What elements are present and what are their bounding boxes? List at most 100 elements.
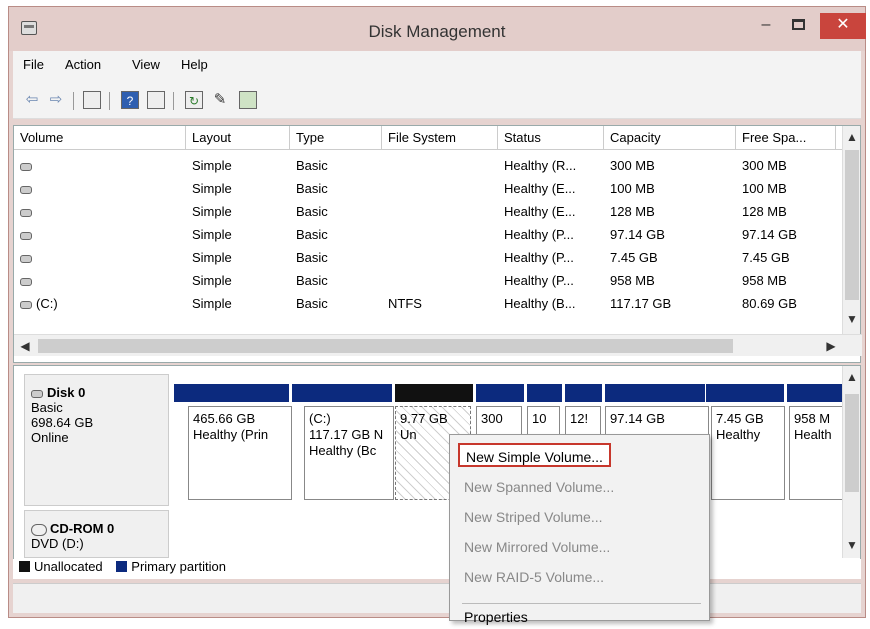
cell-file-system: NTFS (388, 296, 422, 311)
refresh-icon[interactable]: ↻ (185, 91, 203, 109)
menu-new-spanned-volume[interactable]: New Spanned Volume... (464, 475, 614, 499)
disk-graphical-view: Disk 0 Basic 698.64 GB Online 465.66 GB H… (13, 365, 861, 577)
close-button[interactable]: ✕ (820, 13, 866, 39)
column-file-system[interactable]: File System (382, 126, 498, 150)
cell-layout: Simple (192, 181, 232, 196)
partition[interactable]: 465.66 GB Healthy (Prin (188, 406, 292, 500)
cell-layout: Simple (192, 250, 232, 265)
cell-type: Basic (296, 273, 328, 288)
properties-icon[interactable]: ✎ (211, 91, 229, 109)
menu-properties[interactable]: Properties (464, 605, 528, 629)
volume-drive-icon (20, 277, 32, 286)
primary-partition-bar (527, 384, 562, 402)
scroll-right-icon[interactable]: ▶ (822, 339, 840, 353)
scroll-down-icon[interactable]: ▼ (843, 312, 861, 326)
scroll-left-icon[interactable]: ◀ (16, 339, 34, 353)
back-icon[interactable]: ⇦ (23, 91, 41, 109)
menu-action[interactable]: Action (65, 57, 101, 72)
cell-capacity: 97.14 GB (610, 227, 665, 242)
partition-status: Healthy (716, 427, 761, 442)
minimize-button[interactable]: – (754, 13, 778, 39)
partition-status: Healthy (Prin (193, 427, 269, 442)
disk-0-state: Online (31, 430, 69, 445)
cell-status: Healthy (E... (504, 181, 576, 196)
cell-type: Basic (296, 158, 328, 173)
cdrom-0-label[interactable]: CD-ROM 0 DVD (D:) (24, 510, 169, 558)
cd-rom-icon (31, 523, 47, 536)
cell-free-space: 97.14 GB (742, 227, 797, 242)
menu-file[interactable]: File (23, 57, 44, 72)
scroll-down-icon[interactable]: ▼ (843, 538, 861, 552)
console-tree-icon[interactable] (83, 91, 101, 109)
cell-volume (14, 177, 186, 200)
primary-partition-bar (476, 384, 524, 402)
disk-0-name: Disk 0 (47, 385, 86, 400)
volume-row[interactable]: Simple Basic Healthy (R... 300 MB 300 MB (14, 154, 844, 177)
toolbar: ⇦ ⇨ ? ↻ ✎ (13, 77, 861, 119)
menu-new-simple-volume[interactable]: New Simple Volume... (458, 443, 611, 467)
column-type[interactable]: Type (290, 126, 382, 150)
cell-free-space: 80.69 GB (742, 296, 797, 311)
cell-status: Healthy (R... (504, 158, 577, 173)
column-layout[interactable]: Layout (186, 126, 290, 150)
menu-new-mirrored-volume[interactable]: New Mirrored Volume... (464, 535, 610, 559)
volume-row[interactable]: Simple Basic Healthy (E... 100 MB 100 MB (14, 177, 844, 200)
vertical-scroll-thumb[interactable] (845, 394, 859, 492)
partition-size: 958 M (794, 411, 831, 426)
disk-settings-icon[interactable] (239, 91, 257, 109)
cdrom-0-name: CD-ROM 0 (50, 521, 115, 536)
volume-row[interactable]: Simple Basic Healthy (E... 128 MB 128 MB (14, 200, 844, 223)
cell-status: Healthy (E... (504, 204, 576, 219)
menu-view[interactable]: View (132, 57, 160, 72)
cell-capacity: 128 MB (610, 204, 655, 219)
maximize-button[interactable] (784, 13, 812, 39)
toolbar-separator (109, 92, 110, 110)
partition[interactable]: 7.45 GB Healthy (711, 406, 785, 500)
primary-partition-bar (706, 384, 784, 402)
volume-row[interactable]: Simple Basic Healthy (P... 97.14 GB 97.14 GB (14, 223, 844, 246)
forward-icon[interactable]: ⇨ (47, 91, 65, 109)
disk-0-label[interactable]: Disk 0 Basic 698.64 GB Online (24, 374, 169, 506)
disk-view-vertical-scrollbar[interactable]: ▲ ▼ (842, 366, 860, 558)
legend-unallocated: Unallocated (34, 559, 103, 574)
menu-new-striped-volume[interactable]: New Striped Volume... (464, 505, 603, 529)
properties-list-icon[interactable] (147, 91, 165, 109)
partition-title: (C:) (309, 411, 331, 426)
help-icon[interactable]: ? (121, 91, 139, 109)
cell-free-space: 128 MB (742, 204, 787, 219)
volume-row[interactable]: (C:) Simple Basic NTFS Healthy (B... 117.17 G… (14, 292, 844, 315)
menu-help[interactable]: Help (181, 57, 208, 72)
menu-bar: File Action View Help (13, 51, 861, 77)
volume-row[interactable]: Simple Basic Healthy (P... 958 MB 958 MB (14, 269, 844, 292)
volume-list-horizontal-scrollbar[interactable]: ◀ ▶ (14, 334, 862, 356)
column-free-space[interactable]: Free Spa... (736, 126, 836, 150)
scroll-up-icon[interactable]: ▲ (843, 130, 861, 144)
volume-row[interactable]: Simple Basic Healthy (P... 7.45 GB 7.45 GB (14, 246, 844, 269)
scroll-up-icon[interactable]: ▲ (843, 370, 861, 384)
cell-type: Basic (296, 227, 328, 242)
partition[interactable]: (C:) 117.17 GB N Healthy (Bc (304, 406, 394, 500)
window-title: Disk Management (368, 22, 506, 41)
menu-new-raid5-volume[interactable]: New RAID-5 Volume... (464, 565, 604, 589)
cell-free-space: 958 MB (742, 273, 787, 288)
horizontal-scroll-thumb[interactable] (38, 339, 733, 353)
volume-drive-icon (20, 231, 32, 240)
cell-status: Healthy (P... (504, 273, 574, 288)
vertical-scroll-thumb[interactable] (845, 150, 859, 300)
cell-volume (14, 269, 186, 292)
primary-partition-swatch (116, 561, 128, 572)
status-bar (13, 583, 861, 613)
column-volume[interactable]: Volume (14, 126, 186, 150)
cell-capacity: 7.45 GB (610, 250, 658, 265)
cell-layout: Simple (192, 296, 232, 311)
menu-separator (462, 603, 701, 604)
partition-size: 300 (481, 411, 503, 426)
volume-list-vertical-scrollbar[interactable]: ▲ ▼ (842, 126, 860, 336)
cdrom-0-drive: DVD (D:) (31, 536, 84, 551)
legend-primary-partition: Primary partition (131, 559, 226, 574)
column-capacity[interactable]: Capacity (604, 126, 736, 150)
column-status[interactable]: Status (498, 126, 604, 150)
cell-type: Basic (296, 204, 328, 219)
primary-partition-bar (174, 384, 289, 402)
title-bar[interactable]: Disk Management – ✕ (9, 7, 866, 51)
